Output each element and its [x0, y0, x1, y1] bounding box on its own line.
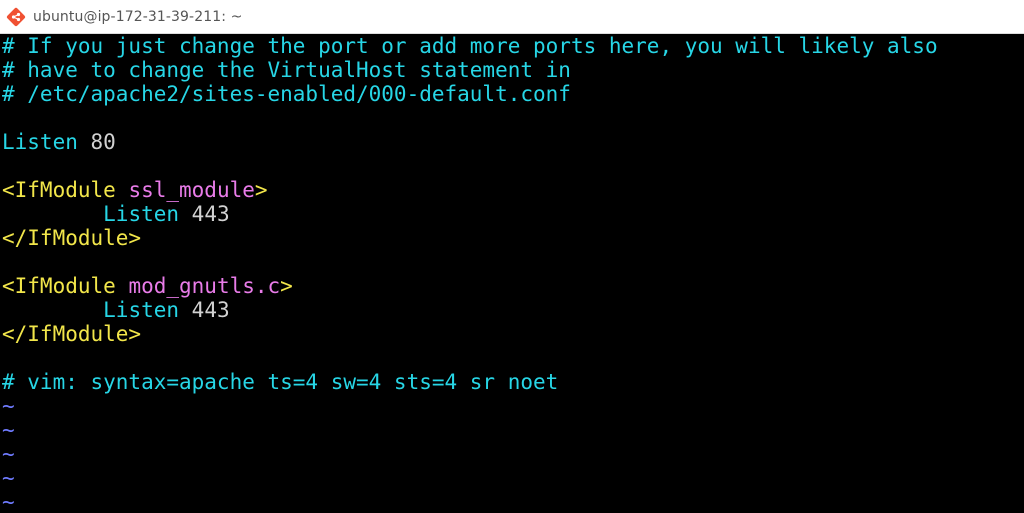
listen-keyword: Listen	[103, 298, 180, 322]
port-number: 443	[191, 202, 230, 226]
editor-line-blank	[2, 106, 1024, 130]
editor-line-listen-443: Listen 443	[2, 202, 1024, 226]
editor-line-comment-1: # If you just change the port or add mor…	[2, 34, 938, 58]
ifmodule-open-tag: <IfModule	[2, 274, 116, 298]
terminal-content[interactable]: # If you just change the port or add mor…	[0, 34, 1024, 513]
empty-line-tilde: ~	[2, 418, 15, 442]
git-bash-diamond-icon	[6, 7, 26, 26]
editor-line-ifmodule-gnutls-open: <IfModule mod_gnutls.c>	[2, 274, 1024, 298]
empty-line-tilde: ~	[2, 490, 15, 513]
editor-line-listen-80: Listen 80	[2, 130, 1024, 154]
tag-close-angle: >	[280, 274, 293, 298]
editor-line-comment-2: # have to change the VirtualHost stateme…	[2, 58, 571, 82]
editor-line-ifmodule-close: </IfModule>	[2, 226, 142, 250]
editor-line-listen-443: Listen 443	[2, 298, 1024, 322]
empty-line-tilde: ~	[2, 394, 15, 418]
title-bar[interactable]: ubuntu@ip-172-31-39-211: ~	[0, 0, 1024, 34]
module-name: ssl_module	[128, 178, 255, 202]
listen-keyword: Listen	[2, 130, 78, 154]
empty-line-tilde: ~	[2, 466, 15, 490]
editor-line-modeline: # vim: syntax=apache ts=4 sw=4 sts=4 sr …	[2, 370, 559, 394]
window-title: ubuntu@ip-172-31-39-211: ~	[33, 8, 243, 25]
port-number: 443	[191, 298, 230, 322]
port-number: 80	[90, 130, 116, 154]
module-name: mod_gnutls.c	[128, 274, 281, 298]
editor-line-blank	[2, 346, 1024, 370]
terminal-window: ubuntu@ip-172-31-39-211: ~ # If you just…	[0, 0, 1024, 513]
empty-line-tilde: ~	[2, 442, 15, 466]
editor-line-comment-3: # /etc/apache2/sites-enabled/000-default…	[2, 82, 571, 106]
editor-line-blank	[2, 154, 1024, 178]
editor-line-blank	[2, 250, 1024, 274]
listen-keyword: Listen	[103, 202, 180, 226]
editor-line-ifmodule-ssl-open: <IfModule ssl_module>	[2, 178, 1024, 202]
editor-line-ifmodule-close: </IfModule>	[2, 322, 142, 346]
ifmodule-open-tag: <IfModule	[2, 178, 116, 202]
tag-close-angle: >	[254, 178, 268, 202]
